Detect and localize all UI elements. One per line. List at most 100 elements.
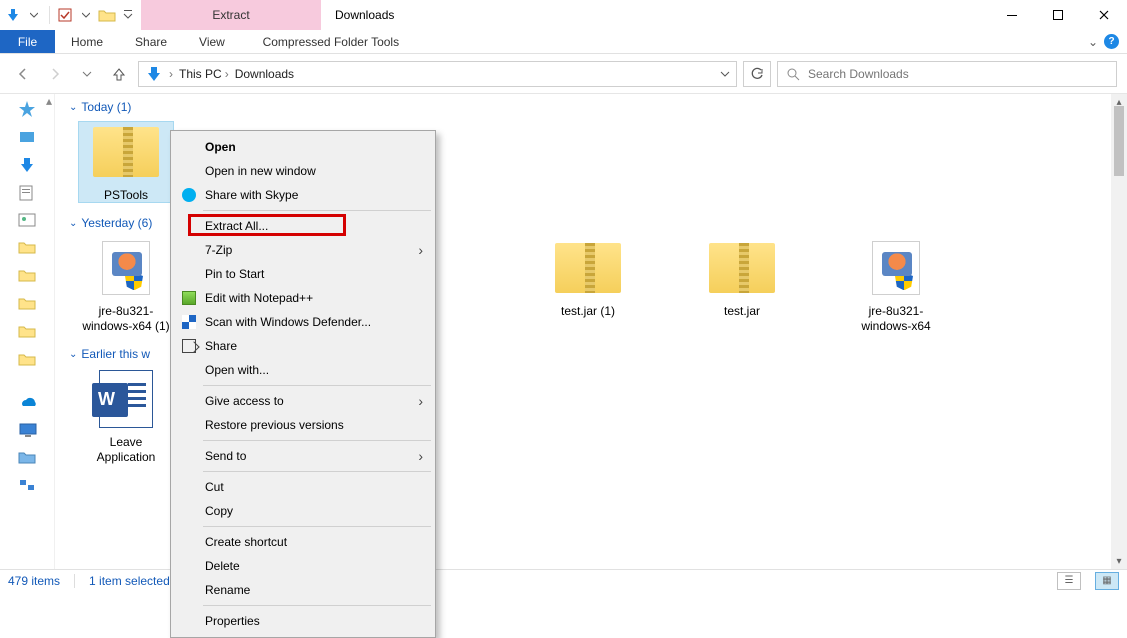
qat-dropdown-icon[interactable] bbox=[77, 6, 95, 24]
menu-item[interactable]: Cut bbox=[173, 475, 433, 499]
search-input[interactable] bbox=[808, 67, 1108, 81]
folder-pin-icon[interactable] bbox=[18, 268, 38, 288]
menu-item[interactable]: Rename bbox=[173, 578, 433, 602]
refresh-button[interactable] bbox=[743, 61, 771, 87]
zip-folder-icon bbox=[709, 243, 775, 293]
file-item-pstools[interactable]: PSTools bbox=[79, 122, 173, 202]
folder-pin-icon[interactable] bbox=[18, 296, 38, 316]
tab-share[interactable]: Share bbox=[119, 30, 183, 53]
menu-item[interactable]: Give access to bbox=[173, 389, 433, 413]
documents-pin-icon[interactable] bbox=[18, 184, 38, 204]
menu-item[interactable]: Delete bbox=[173, 554, 433, 578]
navigation-pane[interactable]: ▴ bbox=[0, 94, 55, 569]
folder-pin-icon[interactable] bbox=[18, 324, 38, 344]
tab-compressed-folder-tools[interactable]: Compressed Folder Tools bbox=[241, 30, 421, 53]
word-document-icon bbox=[99, 370, 153, 428]
file-tab-label: File bbox=[18, 35, 37, 49]
menu-item[interactable]: Copy bbox=[173, 499, 433, 523]
scroll-up-icon[interactable]: ▴ bbox=[46, 94, 52, 108]
vertical-scrollbar[interactable]: ▴ ▾ bbox=[1111, 94, 1127, 569]
menu-item-label: Open with... bbox=[205, 363, 269, 377]
scroll-down-icon[interactable]: ▾ bbox=[1111, 553, 1127, 569]
downloads-pin-icon[interactable] bbox=[18, 156, 38, 176]
menu-item-label: Scan with Windows Defender... bbox=[205, 315, 371, 329]
file-item[interactable]: test.jar (1) bbox=[541, 238, 635, 333]
item-count: 479 items bbox=[8, 574, 60, 588]
breadcrumb-root[interactable]: This PC› bbox=[179, 67, 229, 81]
menu-item[interactable]: Scan with Windows Defender... bbox=[173, 310, 433, 334]
large-icons-view-button[interactable]: ▦ bbox=[1095, 572, 1119, 590]
qat-overflow-icon[interactable] bbox=[119, 6, 137, 24]
up-button[interactable] bbox=[106, 61, 132, 87]
search-icon bbox=[786, 67, 800, 81]
this-pc-icon[interactable] bbox=[18, 422, 38, 442]
menu-item[interactable]: Edit with Notepad++ bbox=[173, 286, 433, 310]
down-arrow-icon[interactable] bbox=[4, 6, 22, 24]
file-item[interactable]: test.jar bbox=[695, 238, 789, 333]
file-tab[interactable]: File bbox=[0, 30, 55, 53]
file-item[interactable]: Leave Application bbox=[79, 369, 173, 464]
breadcrumb-separator[interactable]: › bbox=[169, 67, 173, 81]
menu-item[interactable]: Open in new window bbox=[173, 159, 433, 183]
menu-item[interactable]: Create shortcut bbox=[173, 530, 433, 554]
desktop-pin-icon[interactable] bbox=[18, 128, 38, 148]
group-header-today[interactable]: ⌄Today (1) bbox=[69, 100, 1113, 114]
menu-item[interactable]: Properties bbox=[173, 609, 433, 633]
folder-pin-icon[interactable] bbox=[18, 352, 38, 372]
close-button[interactable] bbox=[1081, 0, 1127, 30]
menu-separator bbox=[203, 385, 431, 386]
menu-item[interactable]: Restore previous versions bbox=[173, 413, 433, 437]
menu-item[interactable]: Open bbox=[173, 135, 433, 159]
pictures-pin-icon[interactable] bbox=[18, 212, 38, 232]
notepad-icon bbox=[181, 290, 197, 306]
network-icon[interactable] bbox=[18, 478, 38, 498]
onedrive-icon[interactable] bbox=[18, 394, 38, 414]
zip-folder-icon bbox=[93, 127, 159, 177]
menu-item-label: Send to bbox=[205, 449, 246, 463]
contextual-tab-header: Extract bbox=[141, 0, 321, 30]
tab-view[interactable]: View bbox=[183, 30, 241, 53]
tab-home[interactable]: Home bbox=[55, 30, 119, 53]
forward-button[interactable] bbox=[42, 61, 68, 87]
address-dropdown-icon[interactable] bbox=[720, 69, 730, 79]
maximize-button[interactable] bbox=[1035, 0, 1081, 30]
recent-locations-icon[interactable] bbox=[74, 61, 100, 87]
qat-dropdown-icon[interactable] bbox=[25, 6, 43, 24]
libraries-folder-icon[interactable] bbox=[18, 450, 38, 470]
folder-pin-icon[interactable] bbox=[18, 240, 38, 260]
quick-access-star-icon[interactable] bbox=[18, 100, 38, 120]
ribbon-collapse-icon[interactable]: ⌄ bbox=[1088, 35, 1098, 49]
file-item[interactable]: jre-8u321-windows-x64 bbox=[849, 238, 943, 333]
breadcrumb-current[interactable]: Downloads bbox=[235, 67, 294, 81]
menu-item[interactable]: 7-Zip bbox=[173, 238, 433, 262]
skype-icon bbox=[181, 187, 197, 203]
menu-item-label: Share with Skype bbox=[205, 188, 298, 202]
address-bar[interactable]: › This PC› Downloads bbox=[138, 61, 737, 87]
zip-folder-icon bbox=[555, 243, 621, 293]
menu-item[interactable]: Pin to Start bbox=[173, 262, 433, 286]
menu-item[interactable]: Share with Skype bbox=[173, 183, 433, 207]
menu-item[interactable]: Send to bbox=[173, 444, 433, 468]
menu-separator bbox=[203, 210, 431, 211]
navigation-row: › This PC› Downloads bbox=[0, 54, 1127, 94]
menu-item[interactable]: Extract All... bbox=[173, 214, 433, 238]
scrollbar-thumb[interactable] bbox=[1114, 106, 1124, 176]
help-icon[interactable]: ? bbox=[1104, 34, 1119, 49]
divider bbox=[74, 574, 75, 588]
menu-item[interactable]: Open with... bbox=[173, 358, 433, 382]
menu-item-label: Restore previous versions bbox=[205, 418, 344, 432]
back-button[interactable] bbox=[10, 61, 36, 87]
file-name: jre-8u321-windows-x64 (1) bbox=[79, 304, 173, 333]
contextual-tab-title: Extract bbox=[212, 8, 249, 22]
search-box[interactable] bbox=[777, 61, 1117, 87]
file-name: test.jar (1) bbox=[561, 304, 615, 318]
details-view-button[interactable]: ☰ bbox=[1057, 572, 1081, 590]
menu-item[interactable]: Share bbox=[173, 334, 433, 358]
properties-check-icon[interactable] bbox=[56, 6, 74, 24]
folder-icon[interactable] bbox=[98, 6, 116, 24]
menu-item-label: Properties bbox=[205, 614, 260, 628]
file-item[interactable]: jre-8u321-windows-x64 (1) bbox=[79, 238, 173, 333]
group-label: Earlier this w bbox=[81, 347, 150, 361]
menu-separator bbox=[203, 605, 431, 606]
minimize-button[interactable] bbox=[989, 0, 1035, 30]
